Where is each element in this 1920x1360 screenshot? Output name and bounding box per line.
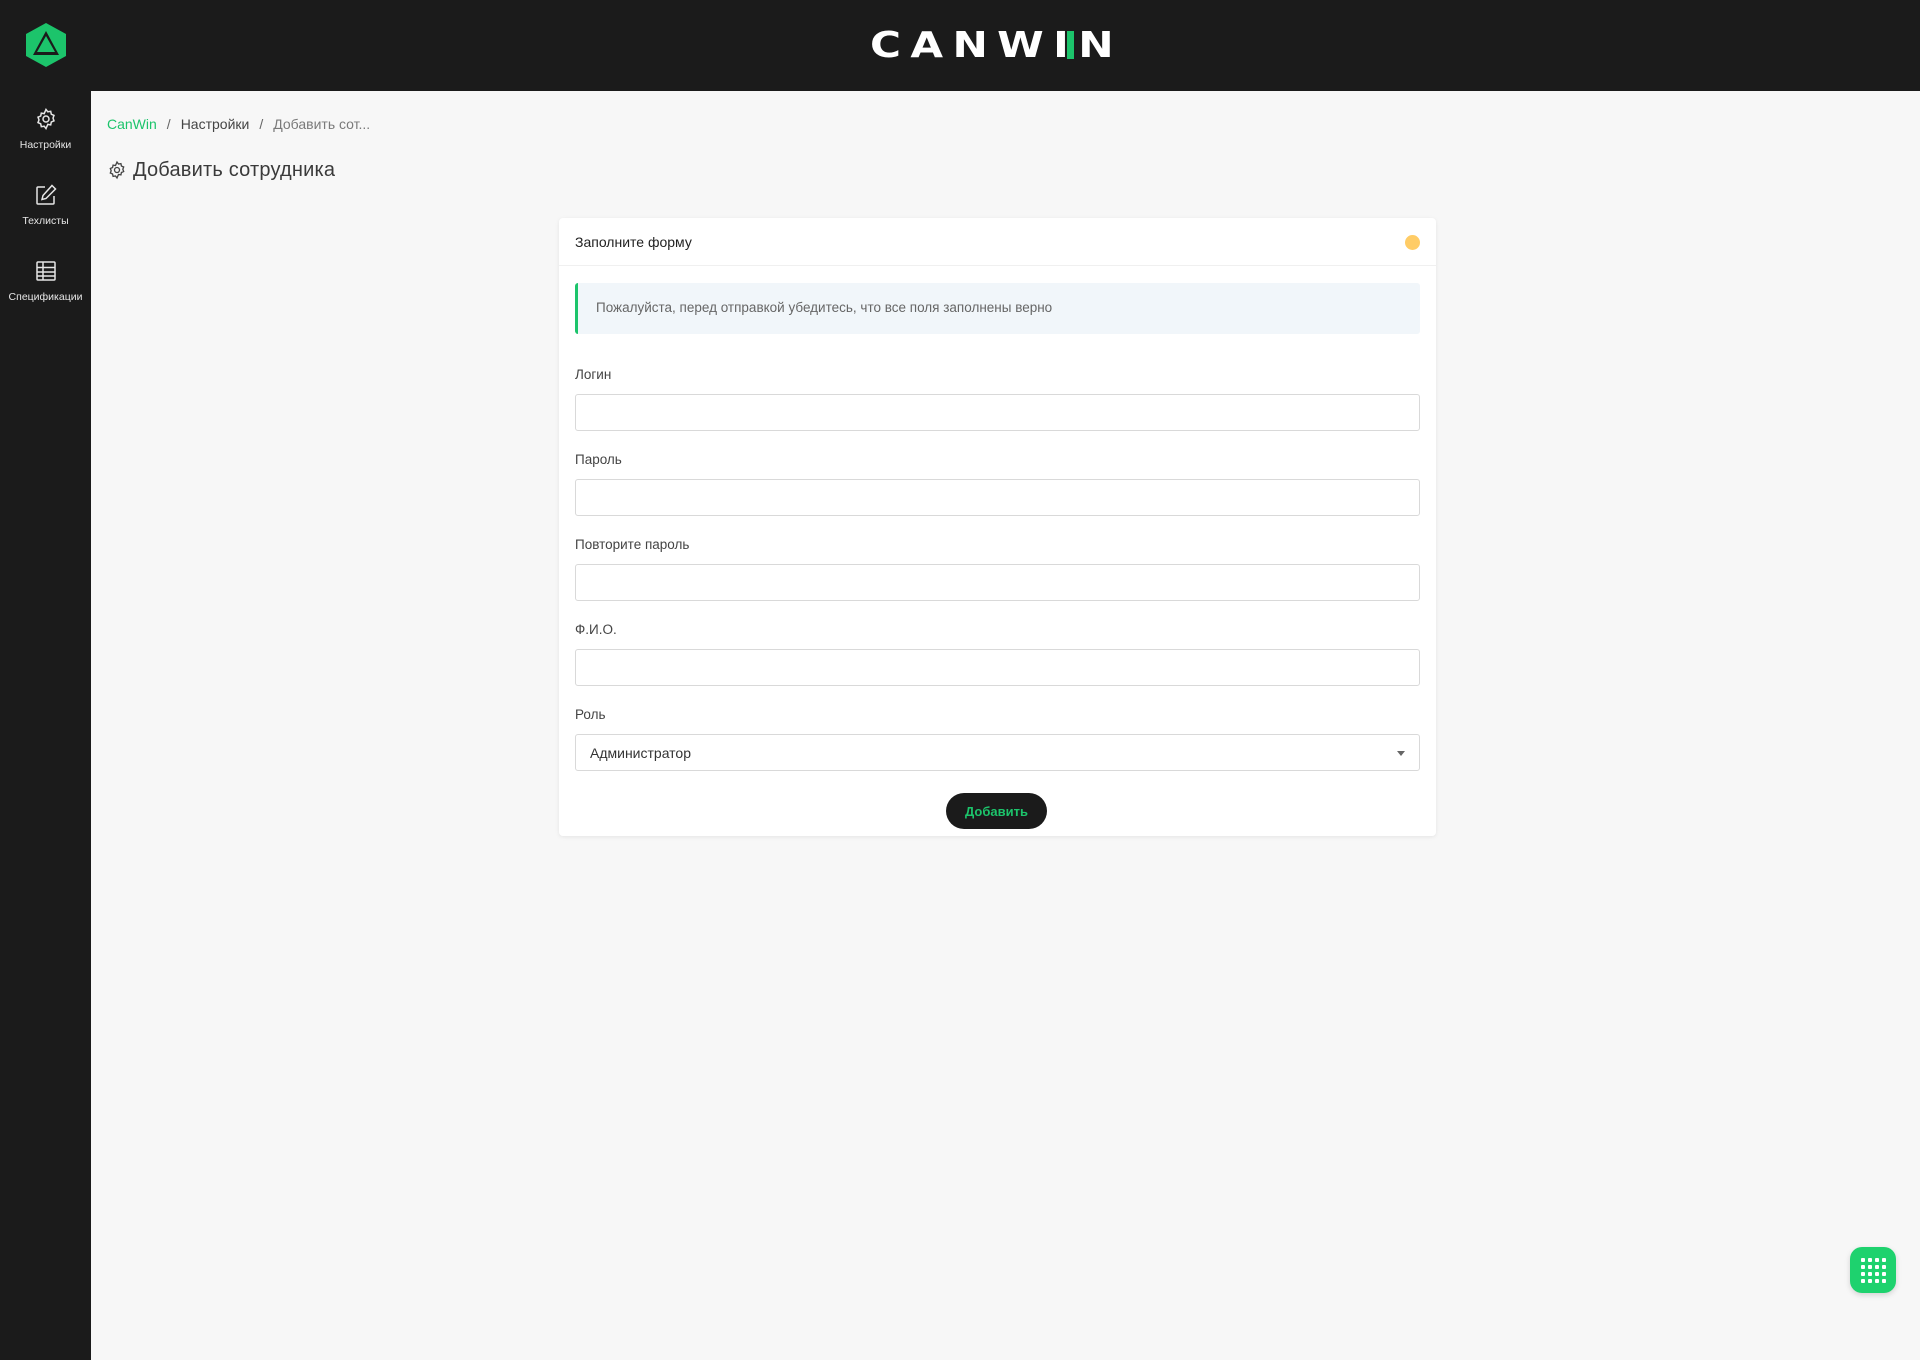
role-select-value: Администратор: [590, 744, 692, 761]
status-dot: [1405, 235, 1420, 250]
sidebar-item-specifications[interactable]: Спецификации: [0, 259, 91, 321]
repeat-password-label: Повторите пароль: [575, 537, 690, 552]
main-content: CanWin / Настройки / Добавить сот... Доб…: [91, 91, 1920, 1360]
caret-down-icon: [1397, 751, 1405, 756]
breadcrumb-current: Добавить сот...: [273, 116, 371, 132]
sidebar-item-techsheets[interactable]: Техлисты: [0, 183, 91, 245]
sidebar-item-label: Настройки: [19, 139, 72, 151]
edit-icon: [35, 184, 57, 205]
password-label: Пароль: [575, 452, 622, 467]
full-name-label: Ф.И.О.: [575, 622, 617, 637]
breadcrumb: CanWin / Настройки / Добавить сот...: [107, 115, 370, 133]
page-title-row: Добавить сотрудника: [107, 157, 335, 183]
sidebar-item-label: Техлисты: [22, 215, 69, 227]
full-name-input[interactable]: [575, 649, 1420, 686]
page-title: Добавить сотрудника: [133, 158, 336, 181]
password-input[interactable]: [575, 479, 1420, 516]
sidebar-item-settings[interactable]: Настройки: [0, 107, 91, 169]
role-label: Роль: [575, 707, 606, 722]
login-label: Логин: [575, 367, 612, 382]
top-header: CANWIN: [0, 0, 1920, 91]
breadcrumb-separator: /: [166, 116, 171, 132]
info-alert: Пожалуйста, перед отправкой убедитесь, ч…: [575, 283, 1420, 334]
apps-menu-button[interactable]: [1850, 1247, 1896, 1293]
add-button[interactable]: Добавить: [946, 793, 1047, 829]
employee-form-card: Заполните форму Пожалуйста, перед отправ…: [559, 218, 1436, 836]
brand-logo-icon[interactable]: [24, 22, 68, 68]
breadcrumb-settings-link[interactable]: Настройки: [181, 116, 250, 132]
breadcrumb-separator: /: [259, 116, 264, 132]
sidebar-item-label: Спецификации: [8, 291, 83, 303]
role-select[interactable]: Администратор: [575, 734, 1420, 771]
wordmark-text: CANWIN: [870, 27, 1123, 63]
sidebar: Настройки Техлисты Спецификации: [0, 91, 91, 1360]
card-header: Заполните форму: [559, 218, 1436, 266]
repeat-password-input[interactable]: [575, 564, 1420, 601]
card-title: Заполните форму: [575, 234, 692, 250]
gear-icon: [109, 160, 125, 180]
login-input[interactable]: [575, 394, 1420, 431]
table-icon: [35, 261, 56, 281]
canwin-wordmark: CANWIN: [870, 27, 1123, 63]
gear-icon: [36, 108, 55, 130]
grid-icon: [1860, 1257, 1886, 1283]
app: CANWIN Настройки Техлисты Спецификации C…: [0, 0, 1920, 1360]
breadcrumb-home-link[interactable]: CanWin: [107, 116, 157, 132]
